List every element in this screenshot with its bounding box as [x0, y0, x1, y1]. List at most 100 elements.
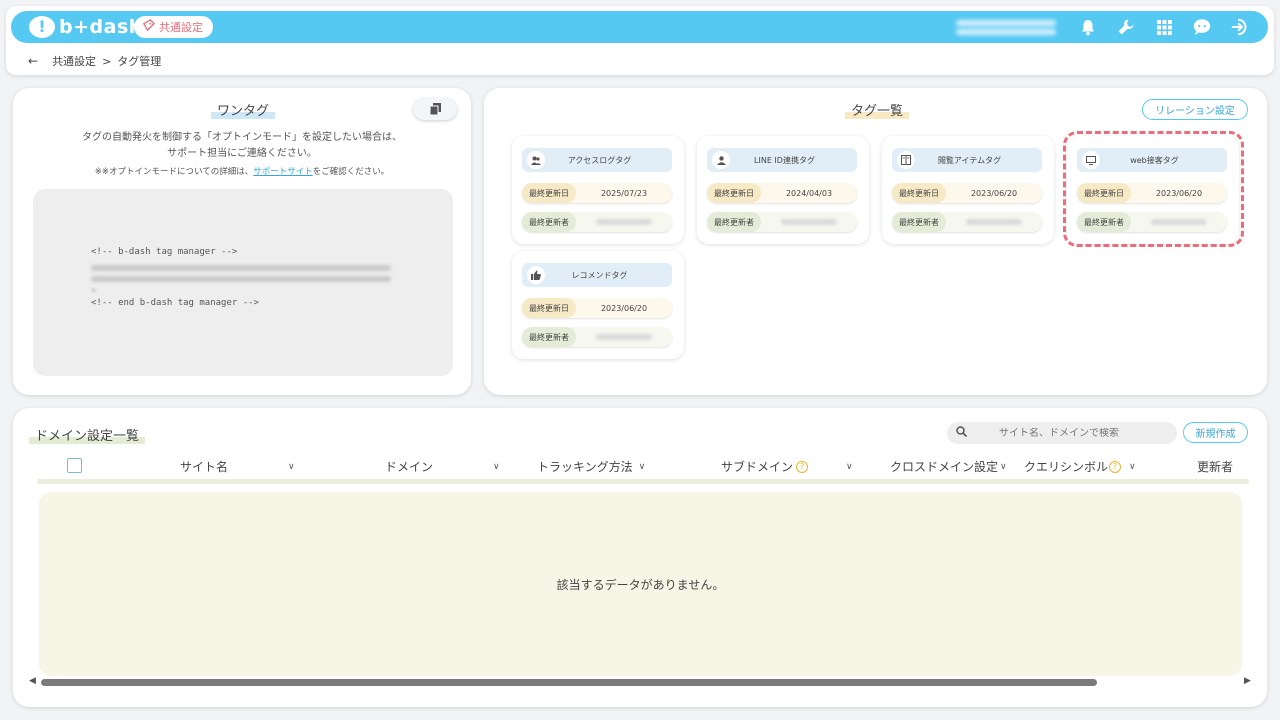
- header-card: ! b+dash 共通設定 ← 共通設定 > タグ管理: [6, 6, 1274, 75]
- domain-search-input[interactable]: [999, 427, 1169, 439]
- tag-updated-row: 最終更新日 2025/07/23: [522, 183, 672, 203]
- empty-table-area: 該当するデータがありません。: [39, 492, 1242, 676]
- help-icon[interactable]: ?: [1109, 460, 1122, 473]
- common-settings-button[interactable]: 共通設定: [134, 16, 213, 38]
- code-blurred-line: [91, 275, 391, 282]
- b-dash-logo[interactable]: ! b+dash: [29, 16, 143, 38]
- domain-search-box[interactable]: [947, 422, 1177, 444]
- bell-icon[interactable]: [1078, 15, 1098, 39]
- scroll-right-arrow-icon[interactable]: ▶: [1244, 676, 1251, 686]
- top-navigation-bar: ! b+dash 共通設定: [11, 11, 1268, 43]
- updater-value-blurred: [576, 333, 672, 342]
- scrollbar-thumb[interactable]: [41, 679, 1097, 686]
- taglist-title: タグ一覧: [845, 100, 910, 119]
- updated-date: 2023/06/20: [970, 188, 1018, 198]
- column-header-cross-domain[interactable]: クロスドメイン設定 ∨: [890, 458, 1007, 475]
- chevron-down-icon[interactable]: ∨: [639, 462, 646, 472]
- chevron-down-icon[interactable]: ∨: [1129, 462, 1136, 472]
- updated-date: 2024/04/03: [785, 188, 833, 198]
- back-arrow-icon[interactable]: ←: [28, 54, 38, 68]
- scroll-left-arrow-icon[interactable]: ◀: [29, 676, 36, 686]
- updated-label: 最終更新日: [892, 183, 946, 203]
- updater-value-blurred: [576, 218, 672, 227]
- thumbs-up-icon: [527, 266, 545, 284]
- chat-bot-icon[interactable]: [1192, 15, 1212, 39]
- onetag-note: ※※オプトインモードについての詳細は、サポートサイトをご確認ください。: [13, 165, 471, 177]
- domain-settings-title: ドメイン設定一覧: [29, 425, 146, 444]
- logout-icon[interactable]: [1230, 15, 1250, 39]
- chevron-down-icon[interactable]: ∨: [846, 462, 853, 472]
- tag-card-header: レコメンドタグ: [522, 263, 672, 287]
- note-suffix: をご確認ください。: [312, 167, 390, 177]
- wrench-icon[interactable]: [1116, 15, 1136, 39]
- new-create-button[interactable]: 新規作成: [1183, 422, 1248, 443]
- column-label: クロスドメイン設定: [890, 460, 999, 474]
- tag-card-line-id[interactable]: LINE ID連携タグ 最終更新日 2024/04/03 最終更新者: [697, 136, 869, 244]
- horizontal-scrollbar[interactable]: [41, 679, 1241, 686]
- apps-grid-icon[interactable]: [1154, 15, 1174, 39]
- column-header-query-symbol[interactable]: クエリシンボル ? ∨: [1024, 458, 1136, 475]
- tag-card-access-log[interactable]: アクセスログタグ 最終更新日 2025/07/23 最終更新者: [512, 136, 684, 244]
- logo-text: b+dash: [59, 16, 143, 38]
- column-header-updater[interactable]: 更新者: [1197, 458, 1233, 475]
- tag-card-viewed-item[interactable]: 閲覧アイテムタグ 最終更新日 2023/06/20 最終更新者: [882, 136, 1054, 244]
- chevron-down-icon[interactable]: ∨: [1000, 462, 1007, 472]
- copy-button[interactable]: [413, 98, 457, 120]
- onetag-title: ワンタグ: [211, 100, 276, 119]
- tag-updater-row: 最終更新者: [522, 327, 672, 347]
- updater-label: 最終更新者: [892, 212, 946, 232]
- breadcrumb-common-settings[interactable]: 共通設定: [52, 53, 96, 69]
- domain-settings-card: ドメイン設定一覧 新規作成 サイト名 ∨ ドメイン ∨ トラッキング方法 ∨ サ…: [13, 408, 1267, 707]
- person-icon: [712, 151, 730, 169]
- breadcrumb: ← 共通設定 > タグ管理: [28, 53, 161, 69]
- column-header-tracking-method[interactable]: トラッキング方法 ∨: [537, 458, 645, 475]
- updated-label: 最終更新日: [522, 298, 576, 318]
- select-all-checkbox[interactable]: [67, 458, 82, 473]
- updated-date: 2025/07/23: [600, 188, 648, 198]
- updated-label: 最終更新日: [522, 183, 576, 203]
- column-header-domain[interactable]: ドメイン ∨: [385, 458, 500, 475]
- tag-updater-row: 最終更新者: [707, 212, 857, 232]
- tag-card-header: 閲覧アイテムタグ: [892, 148, 1042, 172]
- onetag-card: ワンタグ タグの自動発火を制御する「オプトインモード」を設定したい場合は、 サポ…: [13, 88, 471, 395]
- book-icon: [897, 151, 915, 169]
- breadcrumb-separator: >: [102, 54, 112, 68]
- tag-name: 閲覧アイテムタグ: [937, 155, 1002, 165]
- table-header-underline: [37, 479, 1249, 484]
- updater-value-blurred: [946, 218, 1042, 227]
- updated-date: 2023/06/20: [600, 303, 648, 313]
- column-label: 更新者: [1197, 460, 1234, 474]
- chevron-down-icon[interactable]: ∨: [493, 462, 500, 472]
- users-icon: [527, 151, 545, 169]
- logo-bubble-icon: !: [29, 16, 55, 38]
- onetag-description-line2: サポート担当にご連絡ください。: [167, 148, 317, 159]
- code-start-comment: <!-- b-dash tag manager -->: [91, 247, 238, 257]
- copy-icon: [429, 103, 441, 115]
- updater-label: 最終更新者: [522, 212, 576, 232]
- tag-updated-row: 最終更新日 2024/04/03: [707, 183, 857, 203]
- updater-value-blurred: [761, 218, 857, 227]
- help-icon[interactable]: ?: [796, 460, 809, 473]
- tag-name: LINE ID連携タグ: [754, 155, 815, 165]
- column-label: トラッキング方法: [537, 460, 633, 474]
- code-blurred-line: [91, 265, 391, 271]
- code-end-comment: <!-- end b-dash tag manager -->: [91, 298, 259, 308]
- tag-updated-row: 最終更新日 2023/06/20: [892, 183, 1042, 203]
- tag-updated-row: 最終更新日 2023/06/20: [522, 298, 672, 318]
- ticket-icon: [142, 19, 155, 35]
- relation-settings-button[interactable]: リレーション設定: [1142, 99, 1248, 120]
- tag-name: アクセスログタグ: [567, 155, 632, 165]
- breadcrumb-tag-management: タグ管理: [117, 55, 162, 68]
- column-header-subdomain[interactable]: サブドメイン ? ∨: [721, 458, 853, 475]
- tag-code-box[interactable]: <!-- b-dash tag manager --> > <!-- end b…: [33, 189, 453, 376]
- note-prefix: ※※オプトインモードについての詳細は、: [94, 167, 254, 177]
- updater-label: 最終更新者: [707, 212, 761, 232]
- tag-card-recommend[interactable]: レコメンドタグ 最終更新日 2023/06/20 最終更新者: [512, 251, 684, 359]
- column-label: サブドメイン: [721, 460, 794, 474]
- chevron-down-icon[interactable]: ∨: [288, 462, 295, 472]
- column-label: サイト名: [180, 460, 229, 474]
- code-script-close: >: [91, 286, 97, 296]
- support-site-link[interactable]: サポートサイト: [253, 167, 313, 177]
- column-header-site-name[interactable]: サイト名 ∨: [180, 458, 295, 475]
- tag-name: レコメンドタグ: [571, 270, 628, 280]
